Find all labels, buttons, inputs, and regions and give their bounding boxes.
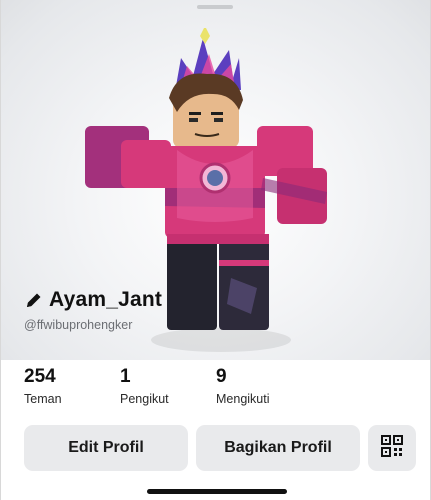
share-profile-button[interactable]: Bagikan Profil xyxy=(196,425,360,471)
profile-screen: Ayam_Jant @ffwibuprohengker 254 Teman 1 … xyxy=(0,0,431,500)
stat-label: Teman xyxy=(24,392,62,406)
stat-label: Mengikuti xyxy=(216,392,270,406)
stat-label: Pengikut xyxy=(120,392,169,406)
qr-code-icon xyxy=(381,434,403,462)
display-name-row: Ayam_Jant xyxy=(25,288,162,312)
username: @ffwibuprohengker xyxy=(24,318,133,332)
stat-value: 9 xyxy=(216,366,227,387)
stat-following[interactable]: 9 Mengikuti xyxy=(216,366,316,406)
profile-actions: Edit Profil Bagikan Profil xyxy=(24,425,416,471)
stat-value: 1 xyxy=(120,366,131,387)
stat-followers[interactable]: 1 Pengikut xyxy=(120,366,216,406)
qr-code-button[interactable] xyxy=(368,425,416,471)
sheet-handle[interactable] xyxy=(197,5,233,9)
stat-value: 254 xyxy=(24,366,56,387)
display-name: Ayam_Jant xyxy=(49,288,163,311)
pencil-icon[interactable] xyxy=(25,291,43,309)
home-indicator[interactable] xyxy=(147,489,287,494)
edit-profile-button[interactable]: Edit Profil xyxy=(24,425,188,471)
profile-stats: 254 Teman 1 Pengikut 9 Mengikuti xyxy=(24,366,316,406)
stat-friends[interactable]: 254 Teman xyxy=(24,366,120,406)
